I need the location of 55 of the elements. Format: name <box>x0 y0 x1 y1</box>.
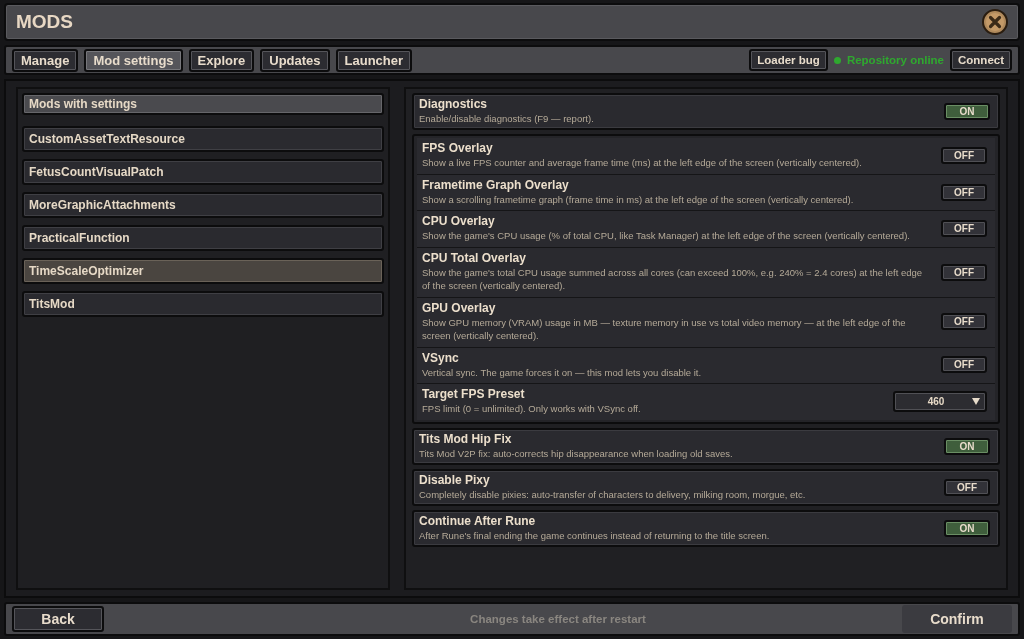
setting-description: Tits Mod V2P fix: auto-corrects hip disappearance when loading old saves. <box>419 448 734 461</box>
setting-description: Enable/disable diagnostics (F9 — report). <box>419 113 595 126</box>
toggle-switch[interactable]: OFF <box>941 220 987 238</box>
toggle-switch[interactable]: OFF <box>941 146 987 164</box>
toggle-switch[interactable]: OFF <box>941 313 987 331</box>
back-button[interactable]: Back <box>12 606 104 632</box>
dropdown-value: 460 <box>926 396 946 408</box>
mod-list-item[interactable]: MoreGraphicAttachments <box>22 192 384 218</box>
setting-title: VSync <box>422 350 460 365</box>
setting-description: Show GPU memory (VRAM) usage in MB — texture memory in use vs total video memory — at the left edge of the screen (vertically centered). <box>422 316 907 343</box>
tab[interactable]: Updates <box>260 48 330 72</box>
setting-title: Target FPS Preset <box>422 387 526 402</box>
setting-description: Show the game's CPU usage (% of total CPU, like Task Manager) at the left edge of the screen (vertically centered). <box>422 230 911 244</box>
setting-description: FPS limit (0 = unlimited). Only works with VSync off. <box>422 403 642 417</box>
list-header: Mods with settings <box>22 93 384 115</box>
fps-dropdown[interactable]: 460 <box>893 391 987 413</box>
toggle-switch[interactable]: ON <box>944 102 990 120</box>
setting-description: After Rune's final ending the game continues instead of returning to the title screen. <box>419 529 771 543</box>
confirm-button[interactable]: Confirm <box>902 605 1012 633</box>
mod-list-item[interactable]: PracticalFunction <box>22 225 384 251</box>
setting-title: Disable Pixy <box>419 472 491 487</box>
toggle-switch[interactable]: ON <box>944 519 990 537</box>
toggle-switch[interactable]: OFF <box>941 263 987 281</box>
toggle-switch[interactable]: ON <box>944 438 990 456</box>
setting-description: Show the game's total CPU usage summed across all cores (can exceed 100%, e.g. 240% = 2.4 cores) at the left edge of the screen (vertically centered). <box>422 267 924 293</box>
repository-status: Repository online <box>846 54 944 66</box>
loader-bug-button[interactable]: Loader bug <box>749 49 828 71</box>
setting-title: Continue After Rune <box>419 513 537 528</box>
setting-title: CPU Overlay <box>422 214 496 229</box>
toggle-switch[interactable]: OFF <box>941 183 987 201</box>
window-title: MODS <box>16 11 74 33</box>
setting-title: CPU Total Overlay <box>422 251 527 266</box>
toggle-switch[interactable]: OFF <box>941 356 987 374</box>
setting-title: Tits Mod Hip Fix <box>419 432 513 447</box>
tab[interactable]: Launcher <box>335 48 413 72</box>
setting-title: Frametime Graph Overlay <box>422 177 570 192</box>
setting-description: Show a live FPS counter and average frame time (ms) at the left edge of the screen (vertically centered). <box>422 156 863 170</box>
close-icon[interactable] <box>982 9 1008 35</box>
setting-description: Vertical sync. The game forces it on — this mod lets you disable it. <box>422 366 703 380</box>
restart-note: Changes take effect after restart <box>469 613 647 625</box>
connect-button[interactable]: Connect <box>950 49 1012 71</box>
tab[interactable]: Explore <box>188 48 255 72</box>
setting-description: Completely disable pixies: auto-transfer of characters to delivery, milking room, morgue, etc. <box>419 488 807 502</box>
mod-list-item[interactable]: CustomAssetTextResource <box>22 126 384 152</box>
mod-list-item[interactable]: TitsMod <box>22 291 384 317</box>
setting-description: Show a scrolling frametime graph (frame time in ms) at the left edge of the screen (vertically centered). <box>422 193 855 207</box>
tab[interactable]: Mod settings <box>84 48 183 72</box>
mod-list-item[interactable]: TimeScaleOptimizer <box>22 258 384 284</box>
toggle-switch[interactable]: OFF <box>944 478 990 496</box>
tab[interactable]: Manage <box>12 48 79 72</box>
mod-list-item[interactable]: FetusCountVisualPatch <box>22 159 384 185</box>
setting-title: GPU Overlay <box>422 300 497 315</box>
caret-icon <box>972 398 980 406</box>
setting-title: FPS Overlay <box>422 140 494 155</box>
setting-title: Diagnostics <box>419 97 488 111</box>
